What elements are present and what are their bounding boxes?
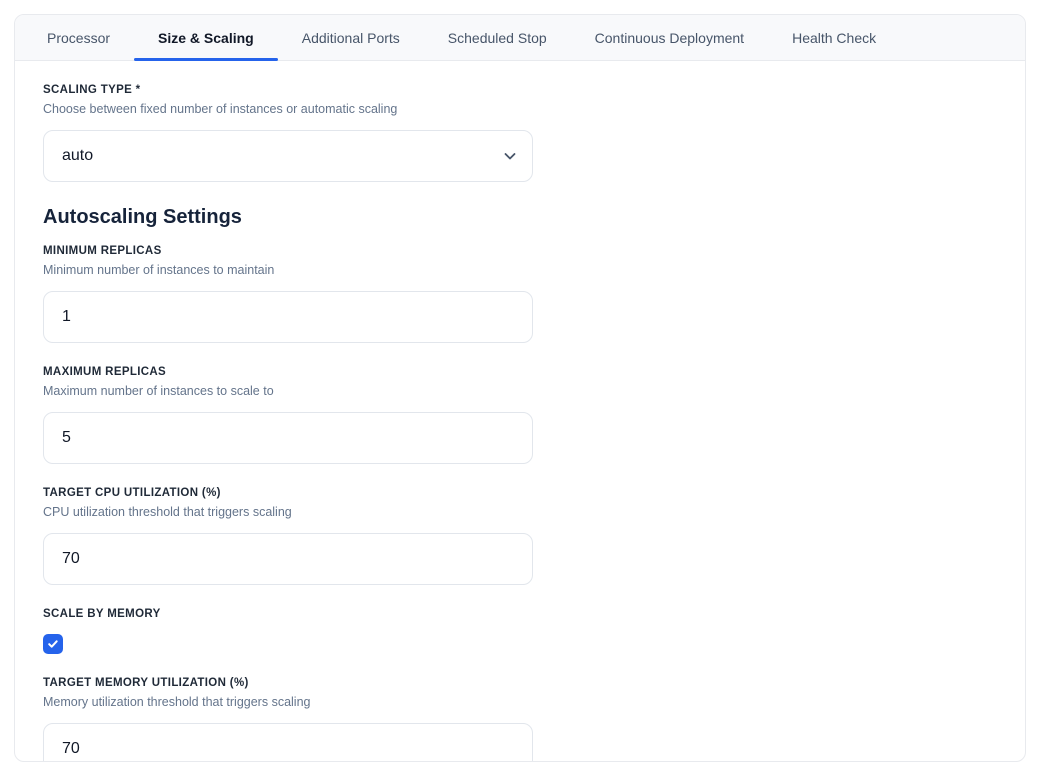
scaling-type-select[interactable]: auto: [43, 130, 533, 182]
minimum-replicas-input[interactable]: [43, 291, 533, 343]
minimum-replicas-group: MINIMUM REPLICAS Minimum number of insta…: [43, 244, 997, 343]
tab-health-check[interactable]: Health Check: [768, 15, 900, 60]
tab-additional-ports[interactable]: Additional Ports: [278, 15, 424, 60]
scaling-type-label: SCALING TYPE *: [43, 83, 997, 98]
tab-scheduled-stop[interactable]: Scheduled Stop: [424, 15, 571, 60]
target-memory-utilization-label: TARGET MEMORY UTILIZATION (%): [43, 676, 997, 691]
target-cpu-utilization-help: CPU utilization threshold that triggers …: [43, 505, 997, 520]
chevron-down-icon: [502, 148, 518, 164]
tab-processor[interactable]: Processor: [23, 15, 134, 60]
tab-continuous-deployment[interactable]: Continuous Deployment: [571, 15, 768, 60]
target-cpu-utilization-group: TARGET CPU UTILIZATION (%) CPU utilizati…: [43, 486, 997, 585]
maximum-replicas-label: MAXIMUM REPLICAS: [43, 365, 997, 380]
settings-card: Processor Size & Scaling Additional Port…: [14, 14, 1026, 762]
tab-bar: Processor Size & Scaling Additional Port…: [15, 15, 1025, 61]
maximum-replicas-group: MAXIMUM REPLICAS Maximum number of insta…: [43, 365, 997, 464]
scale-by-memory-group: SCALE BY MEMORY: [43, 607, 997, 654]
scaling-type-group: SCALING TYPE * Choose between fixed numb…: [43, 83, 997, 182]
tab-size-scaling[interactable]: Size & Scaling: [134, 15, 278, 60]
target-memory-utilization-help: Memory utilization threshold that trigge…: [43, 695, 997, 710]
maximum-replicas-input[interactable]: [43, 412, 533, 464]
minimum-replicas-help: Minimum number of instances to maintain: [43, 263, 997, 278]
scaling-type-selected-value: auto: [62, 147, 93, 165]
checkmark-icon: [47, 638, 59, 650]
maximum-replicas-help: Maximum number of instances to scale to: [43, 384, 997, 399]
form-content: SCALING TYPE * Choose between fixed numb…: [15, 61, 1025, 762]
autoscaling-settings-heading: Autoscaling Settings: [43, 204, 997, 230]
scaling-type-help: Choose between fixed number of instances…: [43, 102, 997, 117]
target-cpu-utilization-label: TARGET CPU UTILIZATION (%): [43, 486, 997, 501]
target-memory-utilization-input[interactable]: [43, 723, 533, 762]
target-memory-utilization-group: TARGET MEMORY UTILIZATION (%) Memory uti…: [43, 676, 997, 762]
minimum-replicas-label: MINIMUM REPLICAS: [43, 244, 997, 259]
target-cpu-utilization-input[interactable]: [43, 533, 533, 585]
scale-by-memory-checkbox[interactable]: [43, 634, 63, 654]
scale-by-memory-label: SCALE BY MEMORY: [43, 607, 997, 622]
